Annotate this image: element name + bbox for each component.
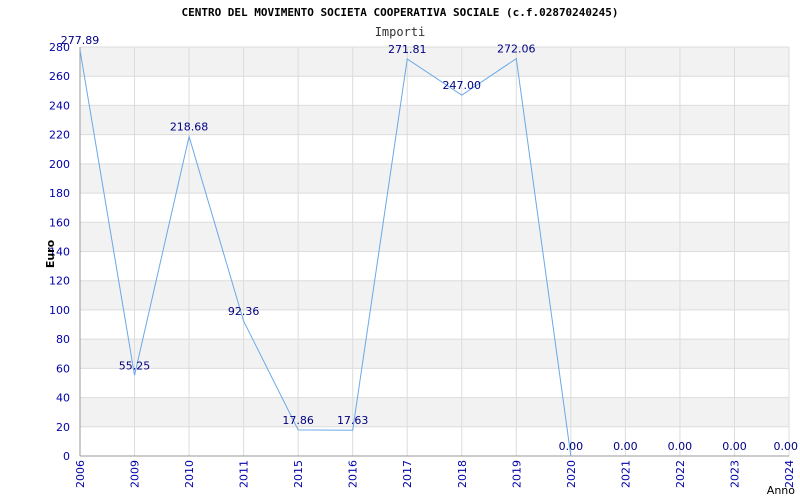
x-tick-label: 2021	[619, 460, 632, 488]
x-tick-label: 2009	[129, 460, 142, 488]
grid-band	[80, 280, 789, 310]
data-label: 272.06	[497, 43, 536, 56]
y-tick-label: 60	[56, 362, 70, 375]
grid-band	[80, 339, 789, 369]
data-label: 0.00	[722, 440, 747, 453]
x-axis-label: Anno	[767, 484, 795, 497]
data-label: 17.86	[282, 414, 314, 427]
data-label: 218.68	[170, 121, 209, 134]
x-tick-label: 2022	[674, 460, 687, 488]
x-tick-label: 2006	[74, 460, 87, 488]
data-label: 271.81	[388, 43, 427, 56]
y-tick-label: 80	[56, 333, 70, 346]
x-tick-label: 2010	[183, 460, 196, 488]
grid-band	[80, 222, 789, 252]
y-tick-label: 240	[49, 99, 70, 112]
x-tick-label: 2015	[292, 460, 305, 488]
x-tick-label: 2020	[565, 460, 578, 488]
plot-area: 0204060801001201401601802002202402602802…	[44, 34, 799, 497]
data-label: 55.25	[119, 359, 151, 372]
x-tick-label: 2017	[401, 460, 414, 488]
data-label: 0.00	[668, 440, 693, 453]
x-tick-label: 2023	[728, 460, 741, 488]
x-tick-label: 2011	[238, 460, 251, 488]
grid-band	[80, 397, 789, 427]
y-tick-label: 260	[49, 70, 70, 83]
y-tick-label: 100	[49, 304, 70, 317]
x-tick-label: 2019	[510, 460, 523, 488]
chart: CENTRO DEL MOVIMENTO SOCIETA COOPERATIVA…	[0, 0, 800, 500]
x-tick-label: 2016	[347, 460, 360, 488]
x-tick-label: 2018	[456, 460, 469, 488]
data-label: 0.00	[774, 440, 799, 453]
y-tick-label: 40	[56, 392, 70, 405]
y-tick-label: 120	[49, 275, 70, 288]
data-label: 0.00	[613, 440, 638, 453]
grid-band	[80, 163, 789, 194]
y-tick-label: 0	[63, 450, 70, 463]
y-tick-label: 160	[49, 216, 70, 229]
y-tick-label: 20	[56, 421, 70, 434]
y-axis-label: Euro	[44, 239, 57, 268]
data-label: 0.00	[559, 440, 584, 453]
data-label: 277.89	[61, 34, 100, 47]
y-tick-label: 180	[49, 187, 70, 200]
grid-band	[80, 47, 789, 77]
data-label: 92.36	[228, 305, 260, 318]
data-label: 17.63	[337, 414, 369, 427]
y-tick-label: 220	[49, 129, 70, 142]
data-label: 247.00	[443, 79, 482, 92]
y-tick-label: 200	[49, 158, 70, 171]
